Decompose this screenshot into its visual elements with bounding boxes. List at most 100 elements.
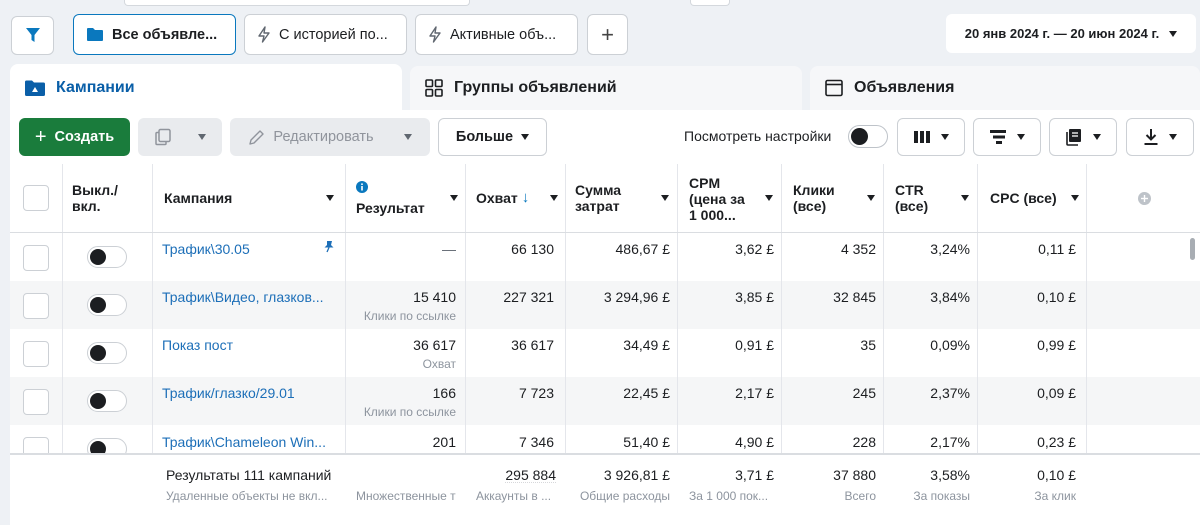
chevron-down-icon xyxy=(1169,30,1178,37)
chevron-down-icon xyxy=(1093,134,1101,140)
result-value: 36 617 xyxy=(413,337,456,353)
reach-value: 7 723 xyxy=(518,385,554,401)
column-header-ctr[interactable]: CTR (все) xyxy=(895,164,975,232)
chip-all-ads[interactable]: Все объявле... xyxy=(73,14,236,55)
select-all-checkbox[interactable] xyxy=(23,185,49,211)
reach-total[interactable]: 295 884 xyxy=(468,467,556,483)
table-row[interactable]: Трафик\Chameleon Win... 201 7 346 51,40 … xyxy=(10,425,1200,453)
campaign-link[interactable]: Трафик\Chameleon Win... xyxy=(162,434,337,450)
column-header-reach[interactable]: Охват ↓ xyxy=(476,164,564,232)
date-range-picker[interactable]: 20 янв 2024 г. — 20 июн 2024 г. xyxy=(946,14,1196,53)
result-type: Клики по ссылке xyxy=(363,309,456,323)
chip-label: С историей по... xyxy=(279,26,388,43)
cpc-value: 0,23 £ xyxy=(1037,434,1076,450)
campaign-toggle[interactable] xyxy=(87,246,127,268)
column-header-label: Охват xyxy=(476,190,518,206)
column-header-spend[interactable]: Сумма затрат xyxy=(575,164,675,232)
chevron-down-icon xyxy=(867,195,875,201)
tab-ads[interactable]: Объявления xyxy=(810,66,1200,110)
chevron-down-icon xyxy=(1071,195,1079,201)
view-settings-toggle[interactable] xyxy=(848,125,888,148)
cpc-value: 0,09 £ xyxy=(1037,385,1076,401)
column-header-label: Кампания xyxy=(164,190,233,206)
cpc-total-note: За клик xyxy=(1034,489,1076,503)
filter-button[interactable] xyxy=(11,16,54,55)
chevron-down-icon xyxy=(450,195,458,201)
result-summary-note: Множественные т xyxy=(356,489,456,503)
cpm-value: 0,91 £ xyxy=(735,337,774,353)
breakdown-button[interactable] xyxy=(973,118,1041,156)
column-header-result[interactable]: Результат xyxy=(356,164,464,232)
row-checkbox[interactable] xyxy=(23,245,49,271)
reports-button[interactable] xyxy=(1049,118,1117,156)
export-button[interactable] xyxy=(1126,118,1194,156)
chevron-down-icon xyxy=(661,195,669,201)
add-column-icon[interactable] xyxy=(1138,192,1151,205)
toggle-knob xyxy=(90,345,106,361)
chevron-down-icon xyxy=(941,134,949,140)
campaign-link[interactable]: Трафик\30.05 xyxy=(162,241,327,257)
columns-button[interactable] xyxy=(897,118,965,156)
toggle-knob xyxy=(90,441,106,453)
campaign-toggle[interactable] xyxy=(87,342,127,364)
row-checkbox[interactable] xyxy=(23,341,49,367)
cpc-total: 0,10 £ xyxy=(1037,467,1076,483)
clicks-value: 4 352 xyxy=(840,241,876,257)
spend-total: 3 926,81 £ xyxy=(603,467,670,483)
column-header-toggle[interactable]: Выкл./ вкл. xyxy=(72,164,150,232)
ctr-value: 2,37% xyxy=(930,385,970,401)
cpc-value: 0,11 £ xyxy=(1038,241,1076,257)
table-row[interactable]: Трафик\Видео, глазков... 15 410 Клики по… xyxy=(10,281,1200,329)
campaign-link[interactable]: Трафик/глазко/29.01 xyxy=(162,385,337,401)
toggle-knob xyxy=(90,249,106,265)
summary-title: Результаты 111 кампаний xyxy=(166,467,332,483)
add-filter-button[interactable]: + xyxy=(587,14,628,55)
clicks-value: 245 xyxy=(852,385,876,401)
cpm-value: 3,85 £ xyxy=(735,289,774,305)
column-header-campaign[interactable]: Кампания xyxy=(164,164,344,232)
campaign-link[interactable]: Трафик\Видео, глазков... xyxy=(162,289,337,305)
folder-icon xyxy=(87,28,103,41)
row-checkbox[interactable] xyxy=(23,437,49,453)
chevron-down-icon xyxy=(961,195,969,201)
column-header-label: CPM (цена за 1 000... xyxy=(689,175,745,223)
info-icon xyxy=(356,181,368,193)
column-header-label: Выкл./ вкл. xyxy=(72,182,118,214)
edit-button[interactable]: Редактировать xyxy=(230,118,430,156)
reach-value: 227 321 xyxy=(503,289,554,305)
create-button[interactable]: + Создать xyxy=(19,118,130,156)
spend-value: 486,67 £ xyxy=(615,241,671,257)
clicks-total: 37 880 xyxy=(833,467,876,483)
campaign-toggle[interactable] xyxy=(87,438,127,453)
chip-active-ads[interactable]: Активные объ... xyxy=(415,14,578,55)
top-ghost-button xyxy=(690,0,730,6)
column-header-label: Сумма затрат xyxy=(575,182,622,214)
table-row[interactable]: Показ пост 36 617 Охват 36 617 34,49 £ 0… xyxy=(10,329,1200,377)
breakdown-icon xyxy=(990,130,1006,144)
pin-icon[interactable] xyxy=(323,240,335,253)
row-checkbox[interactable] xyxy=(23,293,49,319)
table-row[interactable]: Трафик/глазко/29.01 166 Клики по ссылке … xyxy=(10,377,1200,425)
tab-adsets[interactable]: Группы объявлений xyxy=(410,66,802,110)
more-button[interactable]: Больше xyxy=(438,118,547,156)
campaign-toggle[interactable] xyxy=(87,390,127,412)
summary-note: Удаленные объекты не вкл... xyxy=(166,489,328,503)
row-checkbox[interactable] xyxy=(23,389,49,415)
result-type: Охват xyxy=(422,357,456,371)
tab-campaigns[interactable]: Кампании xyxy=(10,64,402,111)
cpm-total-note: За 1 000 пок... xyxy=(689,489,769,503)
column-header-clicks[interactable]: Клики (все) xyxy=(793,164,881,232)
vertical-scrollbar[interactable] xyxy=(1190,238,1195,260)
table-row[interactable]: Трафик\30.05 — 66 130 486,67 £ 3,62 £ 4 … xyxy=(10,233,1200,281)
ctr-total: 3,58% xyxy=(930,467,970,483)
column-header-cpm[interactable]: CPM (цена за 1 000... xyxy=(689,164,779,232)
chevron-down-icon xyxy=(326,195,334,201)
sort-arrow-icon: ↓ xyxy=(521,189,530,206)
duplicate-button[interactable] xyxy=(138,118,222,156)
campaign-toggle[interactable] xyxy=(87,294,127,316)
campaign-link[interactable]: Показ пост xyxy=(162,337,337,353)
chip-with-history[interactable]: С историей по... xyxy=(244,14,407,55)
cpm-value: 2,17 £ xyxy=(735,385,774,401)
column-header-cpc[interactable]: CPC (все) xyxy=(990,164,1084,232)
chevron-down-icon xyxy=(765,195,773,201)
